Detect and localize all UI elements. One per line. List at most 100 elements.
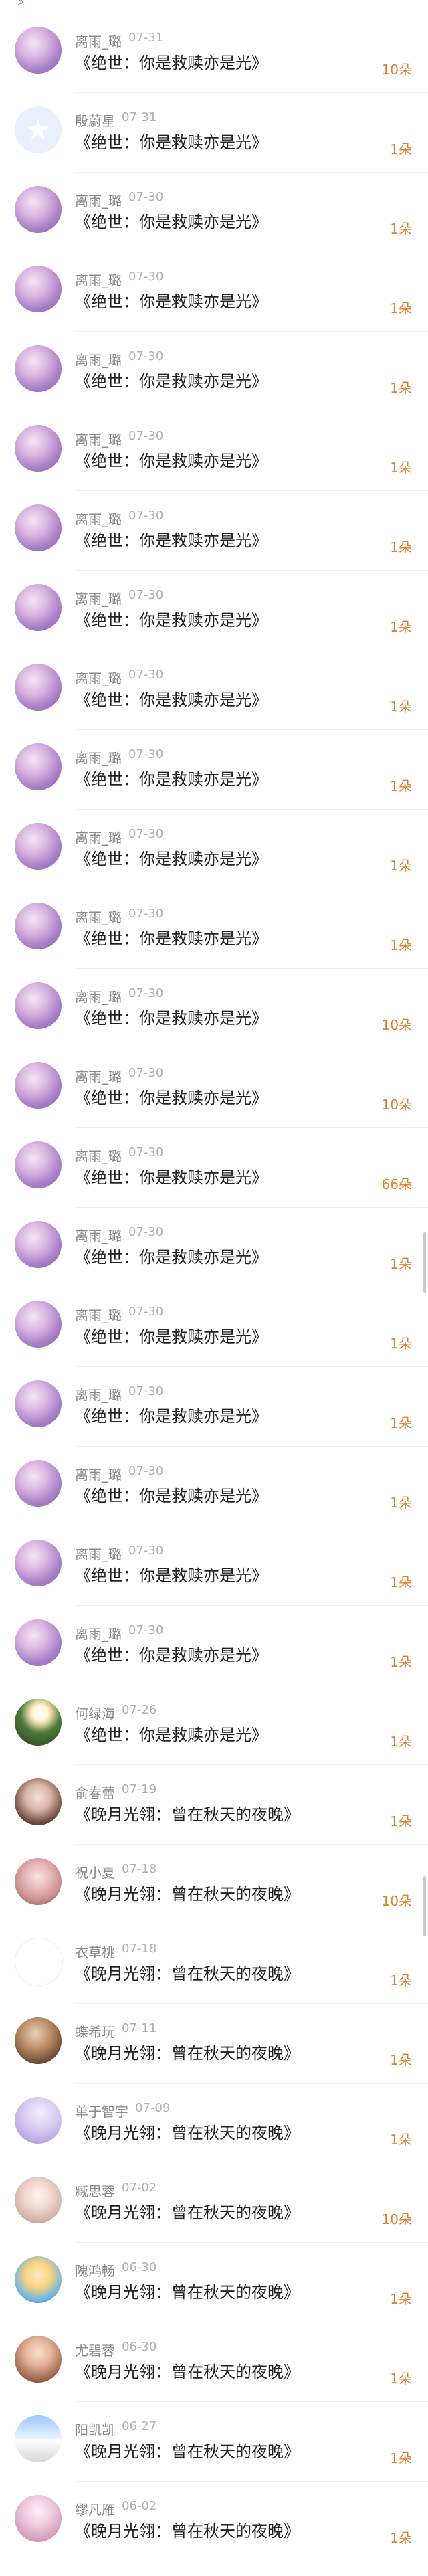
avatar[interactable] — [15, 584, 62, 631]
book-title[interactable]: 《绝世：你是救赎亦是光》 — [75, 1722, 268, 1745]
list-item[interactable]: 离雨_璐 07-30 《绝世：你是救赎亦是光》 1朵 — [0, 1208, 428, 1287]
book-title[interactable]: 《晚月光翎：曾在秋天的夜晚》 — [75, 2279, 300, 2302]
list-item[interactable]: ★ 殷蔚星 07-31 《绝世：你是救赎亦是光》 1朵 — [0, 93, 428, 173]
list-item[interactable]: 离雨_璐 07-30 《绝世：你是救赎亦是光》 1朵 — [0, 491, 428, 571]
book-title[interactable]: 《绝世：你是救赎亦是光》 — [75, 50, 268, 73]
user-name[interactable]: 蝶希玩 — [75, 2021, 115, 2041]
list-item[interactable]: 离雨_璐 07-30 《绝世：你是救赎亦是光》 66朵 — [0, 1128, 428, 1208]
list-item[interactable]: 何绿海 07-26 《绝世：你是救赎亦是光》 1朵 — [0, 1685, 428, 1765]
list-item[interactable]: 单于智宇 07-09 《晚月光翎：曾在秋天的夜晚》 1朵 — [0, 2084, 428, 2163]
list-item[interactable]: 离雨_璐 07-30 《绝世：你是救赎亦是光》 1朵 — [0, 810, 428, 889]
list-item[interactable]: 离雨_璐 07-30 《绝世：你是救赎亦是光》 1朵 — [0, 252, 428, 332]
user-name[interactable]: 离雨_璐 — [75, 349, 122, 369]
list-item[interactable]: 俞春蕾 07-19 《晚月光翎：曾在秋天的夜晚》 1朵 — [0, 1765, 428, 1845]
list-item[interactable]: 离雨_璐 07-30 《绝世：你是救赎亦是光》 1朵 — [0, 173, 428, 252]
avatar[interactable] — [15, 1778, 62, 1825]
book-title[interactable]: 《绝世：你是救赎亦是光》 — [75, 368, 268, 391]
user-name[interactable]: 离雨_璐 — [75, 1305, 122, 1324]
user-name[interactable]: 离雨_璐 — [75, 429, 122, 448]
book-title[interactable]: 《绝世：你是救赎亦是光》 — [75, 1562, 268, 1586]
user-name[interactable]: 离雨_璐 — [75, 668, 122, 687]
user-name[interactable]: 离雨_璐 — [75, 827, 122, 846]
list-item[interactable]: 离雨_璐 07-30 《绝世：你是救赎亦是光》 1朵 — [0, 1287, 428, 1367]
book-title[interactable]: 《绝世：你是救赎亦是光》 — [75, 1005, 268, 1028]
user-name[interactable]: 离雨_璐 — [75, 1384, 122, 1404]
book-title[interactable]: 《晚月光翎：曾在秋天的夜晚》 — [75, 1801, 300, 1825]
list-item[interactable]: 离雨_璐 07-30 《绝世：你是救赎亦是光》 10朵 — [0, 969, 428, 1048]
avatar[interactable] — [15, 266, 62, 312]
list-item[interactable]: 离雨_璐 07-30 《绝世：你是救赎亦是光》 1朵 — [0, 411, 428, 491]
user-name[interactable]: 何绿海 — [75, 1703, 115, 1722]
avatar[interactable] — [15, 1619, 62, 1666]
book-title[interactable]: 《绝世：你是救赎亦是光》 — [75, 1483, 268, 1506]
avatar[interactable] — [15, 2097, 62, 2144]
book-title[interactable]: 《绝世：你是救赎亦是光》 — [75, 846, 268, 869]
list-item[interactable]: 离雨_璐 07-30 《绝世：你是救赎亦是光》 1朵 — [0, 889, 428, 969]
avatar[interactable] — [15, 903, 62, 949]
book-title[interactable]: 《绝世：你是救赎亦是光》 — [75, 1244, 268, 1267]
user-name[interactable]: 臧思蓉 — [75, 2181, 115, 2200]
book-title[interactable]: 《晚月光翎：曾在秋天的夜晚》 — [75, 2040, 300, 2063]
avatar[interactable] — [15, 1699, 62, 1746]
user-name[interactable]: 离雨_璐 — [75, 986, 122, 1006]
user-name[interactable]: 殷蔚星 — [75, 110, 115, 130]
avatar[interactable] — [15, 1062, 62, 1109]
book-title[interactable]: 《晚月光翎：曾在秋天的夜晚》 — [75, 1881, 300, 1904]
avatar[interactable] — [15, 2017, 62, 2064]
book-title[interactable]: 《绝世：你是救赎亦是光》 — [75, 1642, 268, 1665]
list-item[interactable]: 离雨_璐 07-31 《绝世：你是救赎亦是光》 10朵 — [0, 13, 428, 93]
user-name[interactable]: 离雨_璐 — [75, 190, 122, 209]
book-title[interactable]: 《晚月光翎：曾在秋天的夜晚》 — [75, 2359, 300, 2382]
list-item[interactable]: 离雨_璐 07-30 《绝世：你是救赎亦是光》 10朵 — [0, 1048, 428, 1128]
user-name[interactable]: 离雨_璐 — [75, 1066, 122, 1085]
book-title[interactable]: 《绝世：你是救赎亦是光》 — [75, 1403, 268, 1427]
user-name[interactable]: 单于智宇 — [75, 2101, 128, 2120]
user-name[interactable]: 离雨_璐 — [75, 1464, 122, 1483]
list-item[interactable]: 离雨_璐 07-30 《绝世：你是救赎亦是光》 1朵 — [0, 1526, 428, 1606]
list-item[interactable]: 隗鸿畅 06-30 《晚月光翎：曾在秋天的夜晚》 1朵 — [0, 2243, 428, 2322]
list-item[interactable]: 尤碧蓉 06-30 《晚月光翎：曾在秋天的夜晚》 1朵 — [0, 2322, 428, 2402]
book-title[interactable]: 《绝世：你是救赎亦是光》 — [75, 1323, 268, 1347]
avatar[interactable] — [15, 1938, 63, 1986]
book-title[interactable]: 《晚月光翎：曾在秋天的夜晚》 — [75, 2199, 300, 2223]
list-item[interactable]: 离雨_璐 07-30 《绝世：你是救赎亦是光》 1朵 — [0, 1606, 428, 1685]
list-item[interactable]: 离雨_璐 07-30 《绝世：你是救赎亦是光》 1朵 — [0, 650, 428, 730]
user-name[interactable]: 离雨_璐 — [75, 907, 122, 926]
avatar[interactable] — [15, 1301, 62, 1348]
list-item[interactable]: 衣草桃 07-18 《晚月光翎：曾在秋天的夜晚》 1朵 — [0, 1924, 428, 2004]
list-item[interactable]: 离雨_璐 07-30 《绝世：你是救赎亦是光》 1朵 — [0, 571, 428, 650]
user-name[interactable]: 离雨_璐 — [75, 270, 122, 289]
list-item[interactable]: 离雨_璐 07-30 《绝世：你是救赎亦是光》 1朵 — [0, 332, 428, 411]
list-item[interactable]: 蝶希玩 07-11 《晚月光翎：曾在秋天的夜晚》 1朵 — [0, 2004, 428, 2084]
user-name[interactable]: 离雨_璐 — [75, 1544, 122, 1563]
avatar[interactable] — [15, 2495, 62, 2542]
avatar[interactable] — [15, 27, 62, 74]
avatar[interactable] — [15, 1380, 62, 1427]
scrollbar-thumb[interactable] — [423, 1232, 426, 1293]
user-name[interactable]: 离雨_璐 — [75, 509, 122, 528]
user-name[interactable]: 离雨_璐 — [75, 747, 122, 767]
list-item[interactable]: 阳凯凯 06-27 《晚月光翎：曾在秋天的夜晚》 1朵 — [0, 2402, 428, 2482]
avatar[interactable] — [15, 823, 62, 870]
user-name[interactable]: 俞春蕾 — [75, 1782, 115, 1802]
list-item[interactable]: 离雨_璐 07-30 《绝世：你是救赎亦是光》 1朵 — [0, 730, 428, 810]
avatar[interactable]: ★ — [15, 106, 62, 153]
user-name[interactable]: 缪凡雁 — [75, 2499, 115, 2518]
avatar[interactable] — [15, 1221, 62, 1268]
user-name[interactable]: 祝小夏 — [75, 1862, 115, 1881]
book-title[interactable]: 《绝世：你是救赎亦是光》 — [75, 1085, 268, 1108]
avatar[interactable] — [15, 2177, 62, 2223]
list-item[interactable]: 离雨_璐 07-30 《绝世：你是救赎亦是光》 1朵 — [0, 1367, 428, 1447]
user-name[interactable]: 离雨_璐 — [75, 1145, 122, 1165]
book-title[interactable]: 《绝世：你是救赎亦是光》 — [75, 1164, 268, 1188]
avatar[interactable] — [15, 743, 62, 790]
avatar[interactable] — [15, 2415, 62, 2462]
user-name[interactable]: 衣草桃 — [75, 1942, 115, 1961]
book-title[interactable]: 《绝世：你是救赎亦是光》 — [75, 686, 268, 710]
avatar[interactable] — [15, 345, 62, 392]
avatar[interactable] — [15, 2336, 62, 2383]
user-name[interactable]: 阳凯凯 — [75, 2419, 115, 2439]
user-name[interactable]: 离雨_璐 — [75, 31, 122, 50]
avatar[interactable] — [15, 425, 62, 472]
book-title[interactable]: 《晚月光翎：曾在秋天的夜晚》 — [75, 1960, 300, 1984]
